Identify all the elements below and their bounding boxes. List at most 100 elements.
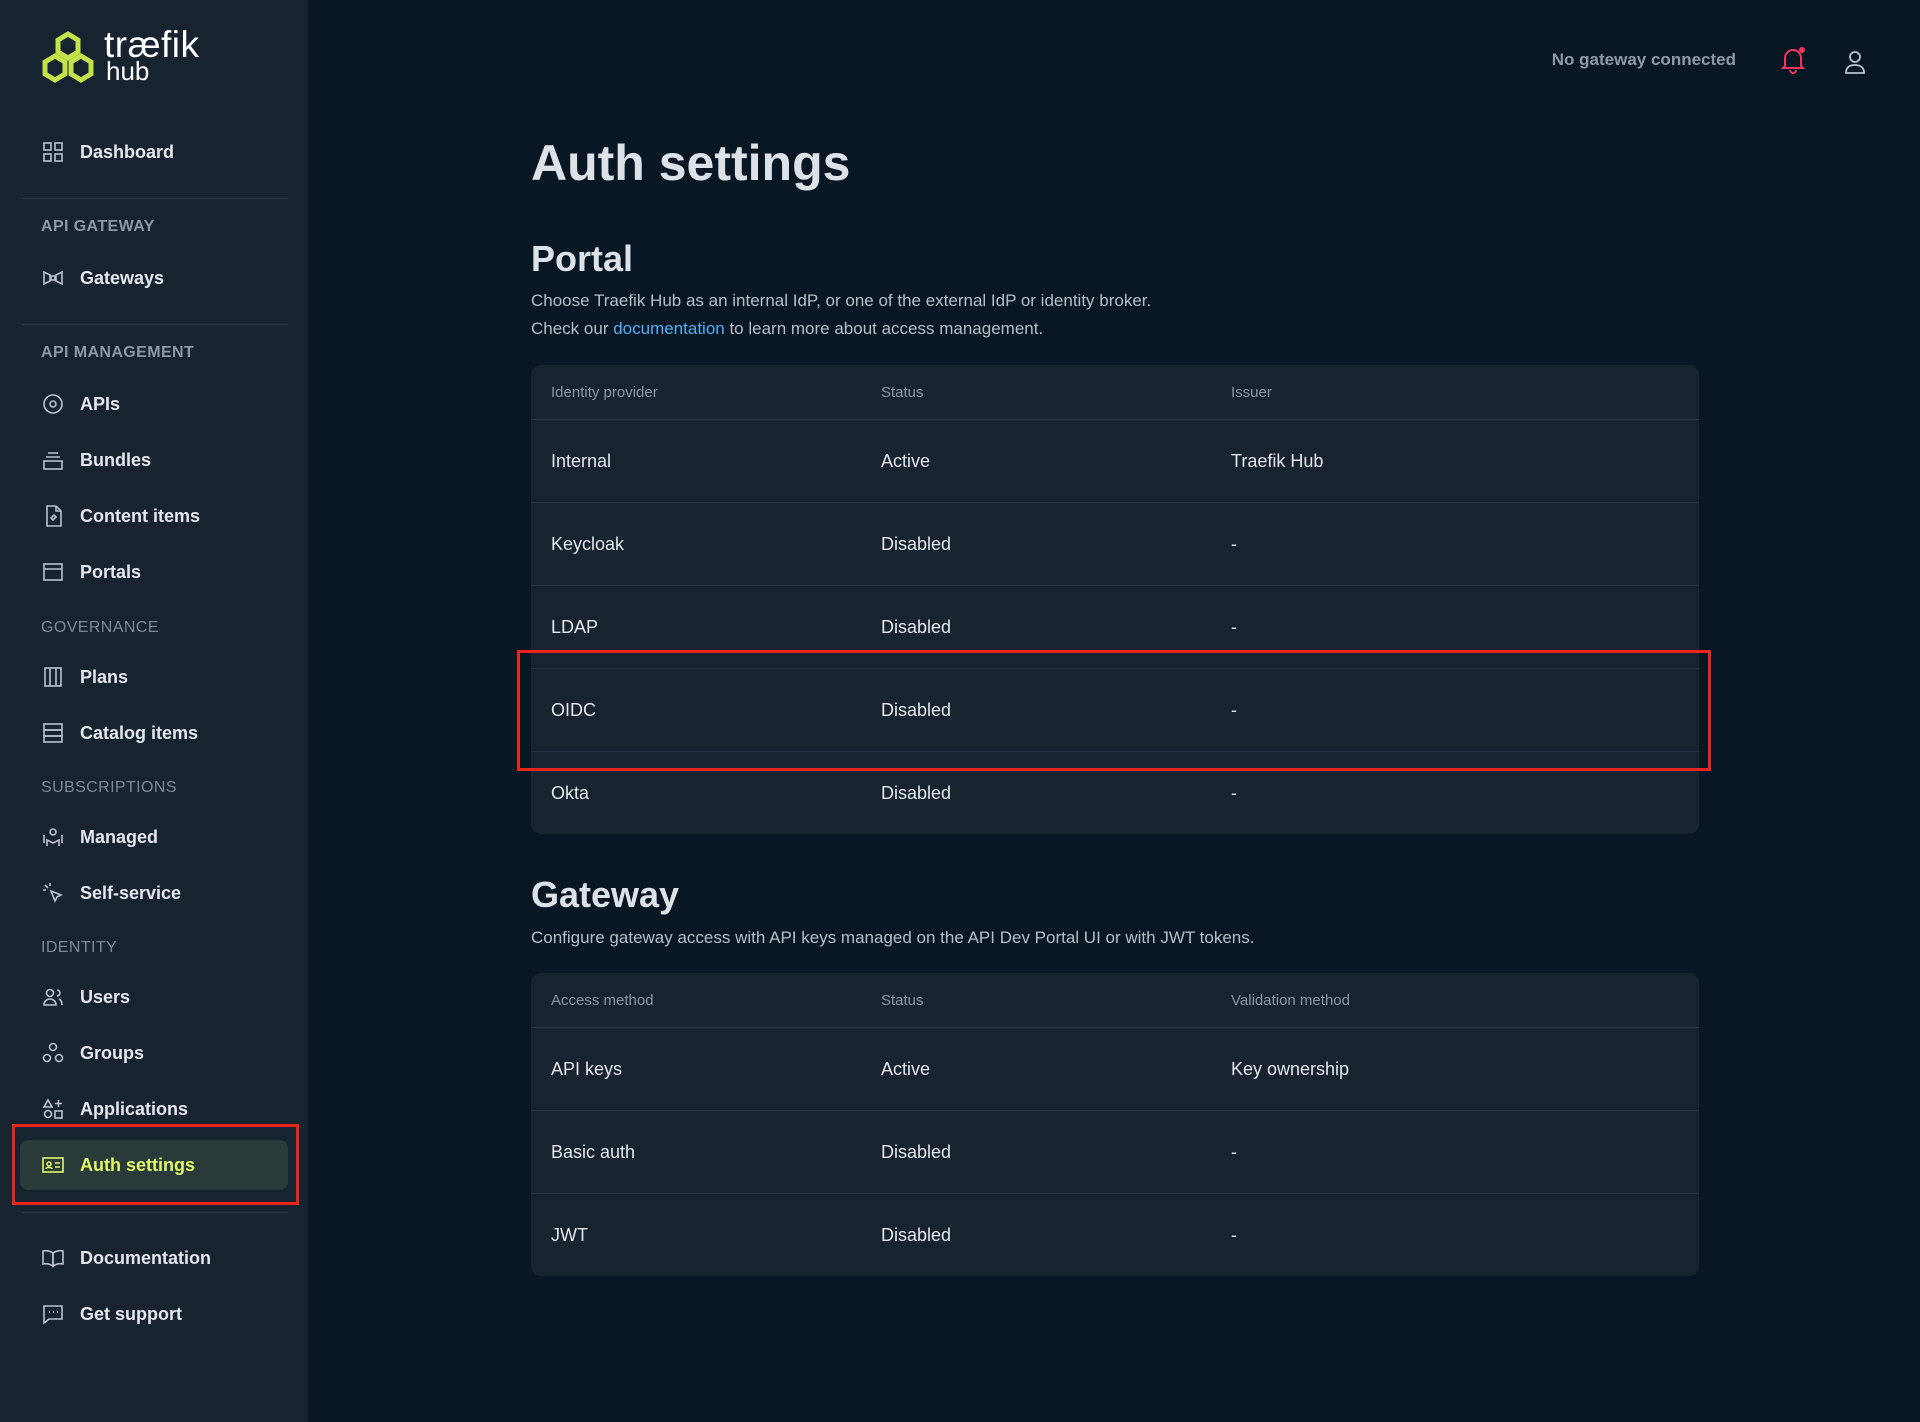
highlight-box-oidc-row	[517, 650, 1711, 771]
gateway-description: Configure gateway access with API keys m…	[531, 928, 1255, 947]
sidebar-item-documentation[interactable]: Documentation	[20, 1233, 288, 1283]
table-row[interactable]: Basic auth Disabled -	[531, 1111, 1699, 1194]
gateway-status: No gateway connected	[1551, 50, 1736, 69]
brand-name: træfik	[104, 24, 200, 65]
gateway-section-title: Gateway	[531, 874, 680, 915]
gateway-access-table: Access method Status Validation method A…	[531, 973, 1699, 1276]
sidebar-item-users[interactable]: Users	[20, 972, 288, 1022]
bundle-icon	[40, 447, 66, 473]
table-row[interactable]: API keys Active Key ownership	[531, 1028, 1699, 1111]
page-title: Auth settings	[531, 135, 851, 191]
sidebar-item-label: Documentation	[80, 1247, 212, 1268]
table-cell: Disabled	[881, 782, 952, 803]
table-row[interactable]: Keycloak Disabled -	[531, 503, 1699, 586]
divider	[22, 198, 288, 199]
sidebar-item-label: Gateways	[80, 267, 165, 288]
table-cell: API keys	[551, 1058, 623, 1079]
sidebar-item-bundles[interactable]: Bundles	[20, 435, 288, 485]
column-header: Status	[881, 991, 924, 1009]
sidebar-item-get-support[interactable]: Get support	[20, 1289, 288, 1339]
divider	[22, 324, 288, 325]
table-row[interactable]: JWT Disabled -	[531, 1194, 1699, 1276]
sidebar-item-dashboard[interactable]: Dashboard	[20, 127, 288, 177]
grid-icon	[40, 139, 66, 165]
table-cell: JWT	[551, 1224, 588, 1245]
applications-icon	[40, 1096, 66, 1122]
table-cell: Key ownership	[1231, 1058, 1350, 1079]
sidebar-item-groups[interactable]: Groups	[20, 1028, 288, 1078]
table-row[interactable]: Internal Active Traefik Hub	[531, 420, 1699, 503]
users-icon	[40, 984, 66, 1010]
table-cell: -	[1231, 616, 1237, 637]
sidebar-item-label: Managed	[80, 826, 159, 847]
traefik-hub-logo[interactable]: træfik hub	[38, 24, 200, 86]
table-cell: LDAP	[551, 616, 599, 637]
sidebar-item-label: APIs	[80, 393, 121, 414]
table-cell: -	[1231, 1141, 1237, 1162]
column-header: Validation method	[1231, 991, 1350, 1009]
table-cell: Disabled	[881, 616, 952, 637]
column-header: Access method	[551, 991, 654, 1009]
portal-section-title: Portal	[531, 238, 634, 279]
table-cell: Keycloak	[551, 533, 625, 554]
documentation-link[interactable]: documentation	[613, 319, 725, 338]
column-header: Identity provider	[551, 383, 658, 401]
notification-bell-icon[interactable]	[1780, 46, 1806, 74]
sidebar-item-self-service[interactable]: Self-service	[20, 868, 288, 918]
desc-text: Check our	[531, 319, 614, 338]
sidebar-item-plans[interactable]: Plans	[20, 652, 288, 702]
divider	[22, 1212, 288, 1213]
table-header: Identity provider Status Issuer	[531, 365, 1699, 420]
sidebar-item-label: Users	[80, 986, 131, 1007]
chat-bubble-icon	[40, 1301, 66, 1327]
table-cell: Disabled	[881, 1141, 952, 1162]
user-profile-icon[interactable]	[1844, 50, 1866, 74]
groups-icon	[40, 1040, 66, 1066]
sidebar-item-label: Groups	[80, 1042, 145, 1063]
highlight-box-sidebar	[12, 1124, 299, 1205]
table-cell: Active	[881, 450, 931, 471]
sidebar: træfik hub Dashboard API GATEWAY Gateway…	[0, 0, 309, 1422]
gateway-icon	[40, 265, 66, 291]
sidebar-item-label: Applications	[80, 1098, 189, 1119]
section-api-gateway: API GATEWAY	[41, 218, 155, 235]
column-header: Issuer	[1231, 383, 1272, 401]
table-header: Access method Status Validation method	[531, 973, 1699, 1028]
table-cell: Okta	[551, 782, 590, 803]
document-icon	[40, 503, 66, 529]
table-cell: Traefik Hub	[1231, 450, 1324, 471]
table-cell: Active	[881, 1058, 931, 1079]
sidebar-item-label: Get support	[80, 1303, 182, 1324]
sidebar-item-label: Content items	[80, 505, 201, 526]
sidebar-item-label: Bundles	[80, 449, 152, 470]
browser-window-icon	[40, 559, 66, 585]
cursor-click-icon	[40, 880, 66, 906]
portal-description: Choose Traefik Hub as an internal IdP, o…	[531, 287, 1151, 343]
sidebar-item-catalog-items[interactable]: Catalog items	[20, 708, 288, 758]
sidebar-item-label: Plans	[80, 666, 129, 687]
hexagon-logo-icon	[42, 31, 94, 83]
table-cell: -	[1231, 533, 1237, 554]
sidebar-item-managed[interactable]: Managed	[20, 812, 288, 862]
table-cell: -	[1231, 1224, 1237, 1245]
section-identity: IDENTITY	[41, 939, 118, 956]
sidebar-item-apis[interactable]: APIs	[20, 379, 288, 429]
book-icon	[40, 1245, 66, 1271]
section-governance: GOVERNANCE	[41, 619, 159, 636]
table-cell: Disabled	[881, 1224, 952, 1245]
sidebar-item-label: Catalog items	[80, 722, 199, 743]
managed-user-icon	[40, 824, 66, 850]
column-header: Status	[881, 383, 924, 401]
sidebar-item-portals[interactable]: Portals	[20, 547, 288, 597]
api-icon	[40, 391, 66, 417]
sidebar-item-content-items[interactable]: Content items	[20, 491, 288, 541]
section-api-management: API MANAGEMENT	[41, 344, 195, 361]
table-cell: Internal	[551, 450, 612, 471]
sidebar-item-label: Self-service	[80, 882, 182, 903]
catalog-icon	[40, 720, 66, 746]
desc-text: to learn more about access management.	[724, 319, 1044, 338]
table-cell: Basic auth	[551, 1141, 636, 1162]
section-subscriptions: SUBSCRIPTIONS	[41, 779, 177, 796]
portal-description-line1: Choose Traefik Hub as an internal IdP, o…	[531, 291, 1152, 310]
sidebar-item-gateways[interactable]: Gateways	[20, 253, 288, 303]
